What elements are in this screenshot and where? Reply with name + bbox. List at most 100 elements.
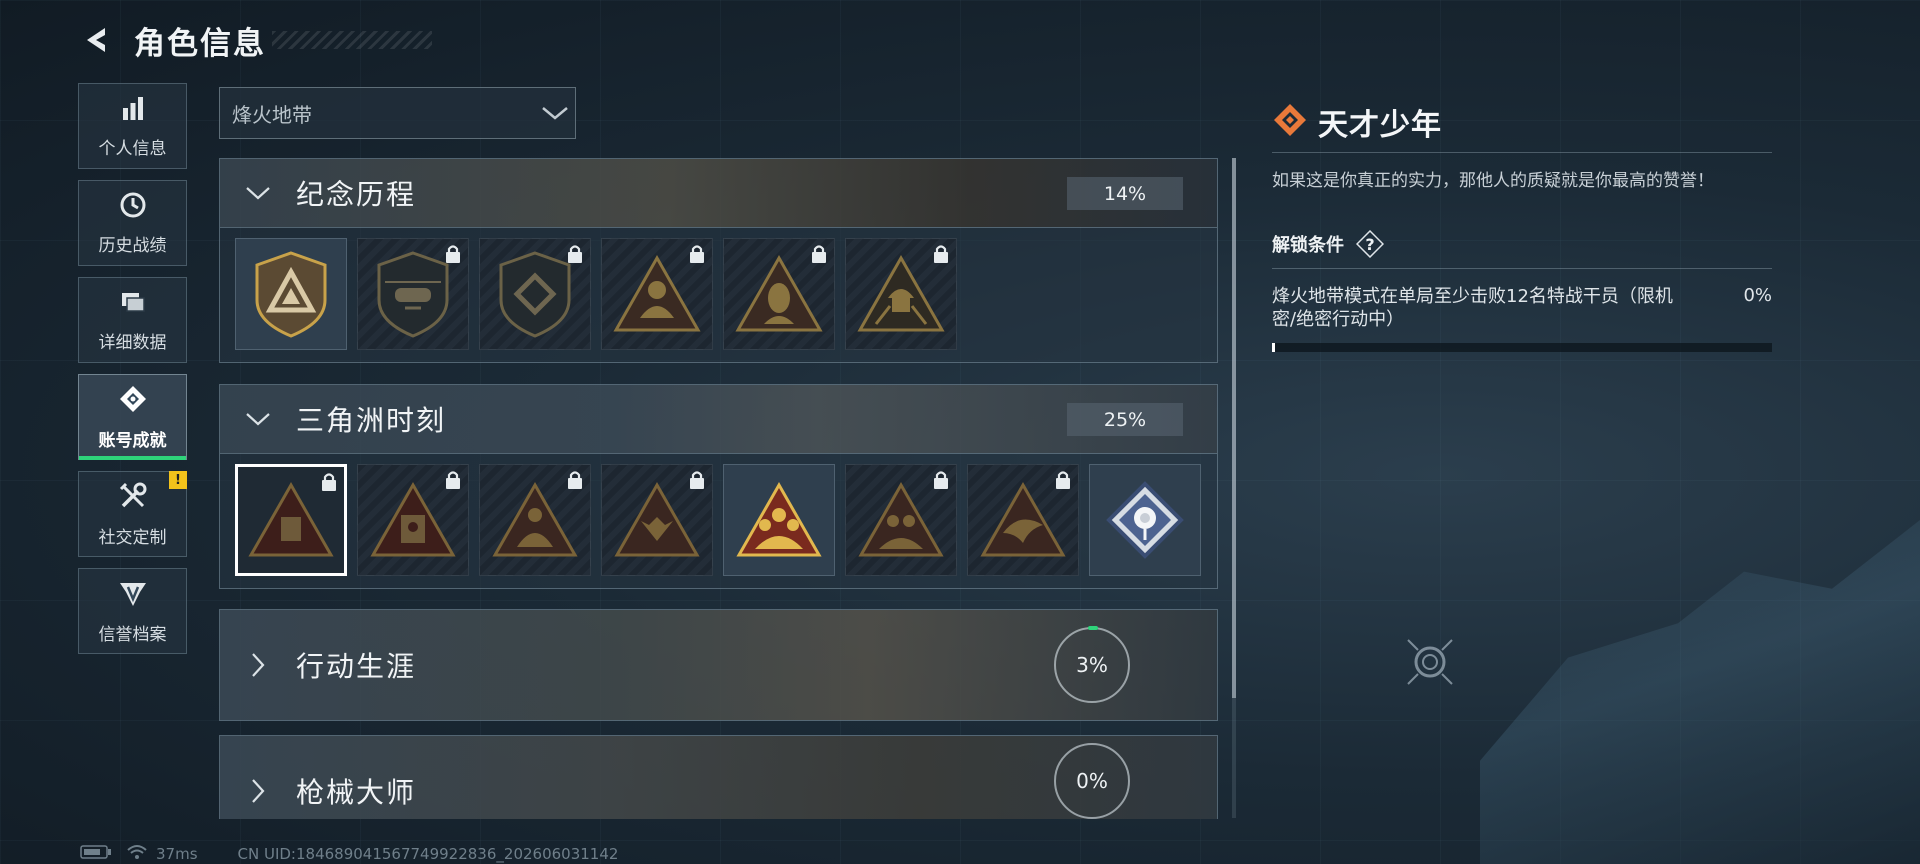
sidebar-item-match-history[interactable]: 历史战绩 xyxy=(78,180,187,266)
unlock-progress-fill xyxy=(1272,343,1275,352)
page-title: 角色信息 xyxy=(134,25,266,62)
detail-header: 天才少年 xyxy=(1272,100,1772,144)
bird-badge[interactable] xyxy=(967,464,1079,576)
soldier-triangle-badge[interactable] xyxy=(601,238,713,350)
lock-icon xyxy=(1054,470,1072,490)
category-progress: 25% xyxy=(1067,403,1183,436)
chevron-down-icon xyxy=(240,175,276,211)
category-title: 纪念历程 xyxy=(296,178,417,211)
back-arrow-icon[interactable] xyxy=(78,22,114,58)
white-rose-badge[interactable] xyxy=(1089,464,1201,576)
mask-badge[interactable] xyxy=(357,464,469,576)
clock-icon xyxy=(119,191,147,223)
battery-icon xyxy=(80,844,112,864)
tools-icon xyxy=(118,481,148,515)
category-header[interactable]: 纪念历程 14% xyxy=(220,159,1217,227)
category-progress: 3% xyxy=(1076,653,1108,677)
category-header[interactable]: 行动生涯 3% xyxy=(220,610,1217,720)
category-header[interactable]: 枪械大师 0% xyxy=(220,736,1217,819)
divider xyxy=(1272,152,1772,153)
crosshair-target-icon xyxy=(1404,636,1456,688)
category-progress-ring: 3% xyxy=(1054,626,1130,703)
help-icon[interactable]: ? xyxy=(1356,230,1384,258)
lock-icon xyxy=(320,472,338,492)
sidebar-item-social-custom[interactable]: ! 社交定制 xyxy=(78,471,187,557)
sidebar-item-personal-info[interactable]: 个人信息 xyxy=(78,83,187,169)
category-scrollbar[interactable] xyxy=(1232,158,1236,818)
category-progress: 0% xyxy=(1076,769,1108,793)
unlock-progress-bar xyxy=(1272,343,1772,352)
achievement-title: 天才少年 xyxy=(1318,108,1442,143)
squad-gold-badge[interactable] xyxy=(723,464,835,576)
game-mode-dropdown[interactable]: 烽火地带 xyxy=(219,87,576,139)
category-weapon-master: 枪械大师 0% xyxy=(219,735,1218,819)
title-decoration xyxy=(272,31,432,49)
sidebar-item-label: 社交定制 xyxy=(98,527,167,548)
category-header[interactable]: 三角洲时刻 25% xyxy=(220,385,1217,453)
sidebar-item-label: 个人信息 xyxy=(98,138,167,159)
status-footer: 37ms CN UID:18468904156774992​2836_20260… xyxy=(80,845,618,863)
bar-chart-icon xyxy=(119,94,147,126)
sidebar-item-detailed-data[interactable]: 详细数据 xyxy=(78,277,187,363)
lock-icon xyxy=(566,470,584,490)
sidebar-item-label: 历史战绩 xyxy=(98,235,167,256)
badge-grid xyxy=(220,453,1217,588)
category-title: 枪械大师 xyxy=(296,776,417,809)
unlock-condition-row: 烽火地带模式在单局至少击败12名特战干员（限机密/绝密行动中） 0% xyxy=(1272,285,1772,331)
wifi-icon xyxy=(126,844,148,864)
scrollbar-thumb[interactable] xyxy=(1232,158,1236,698)
divider xyxy=(1272,268,1772,269)
chevron-down-icon xyxy=(535,93,575,133)
helicopter-badge[interactable] xyxy=(357,238,469,350)
chevron-right-icon xyxy=(240,773,276,809)
category-operation-career: 行动生涯 3% xyxy=(219,609,1218,721)
achievement-detail-panel: 天才少年 如果这是你真正的实力，那他人的质疑就是你最高的赞誉！ 解锁条件 ? 烽… xyxy=(1272,100,1772,352)
lock-icon xyxy=(688,470,706,490)
sidebar-nav: 个人信息 历史战绩 详细数据 账号成就 ! 社交定制 信誉档案 xyxy=(78,83,187,665)
sidebar-item-label: 账号成就 xyxy=(98,430,167,451)
user-uid: CN UID:18468904156774992​2836_2026060311… xyxy=(237,845,619,863)
progress-marker xyxy=(1088,626,1098,630)
lock-icon xyxy=(566,244,584,264)
sidebar-item-achievements[interactable]: 账号成就 xyxy=(78,374,187,460)
achievement-diamond-icon xyxy=(118,384,148,418)
lock-icon xyxy=(932,470,950,490)
unlock-condition-text: 烽火地带模式在单局至少击败12名特战干员（限机密/绝密行动中） xyxy=(1272,286,1673,330)
notification-badge: ! xyxy=(169,471,187,489)
helmet-soldier-badge[interactable] xyxy=(845,238,957,350)
category-progress: 14% xyxy=(1067,177,1183,210)
kneeling-soldier-badge[interactable] xyxy=(479,464,591,576)
lock-icon xyxy=(810,244,828,264)
achievement-emblem-icon xyxy=(1272,102,1308,142)
operator-portrait-badge[interactable] xyxy=(723,238,835,350)
category-title: 三角洲时刻 xyxy=(296,404,447,437)
unlock-condition-header: 解锁条件 ? xyxy=(1272,226,1772,262)
triangle-emblem-badge[interactable] xyxy=(235,238,347,350)
help-icon-label: ? xyxy=(1365,234,1375,254)
lock-icon xyxy=(932,244,950,264)
dropdown-selected-value: 烽火地带 xyxy=(232,102,312,127)
category-title: 行动生涯 xyxy=(296,650,417,683)
achievement-description: 如果这是你真正的实力，那他人的质疑就是你最高的赞誉！ xyxy=(1272,171,1714,191)
sidebar-item-label: 详细数据 xyxy=(98,332,167,353)
wing-shield-icon xyxy=(118,578,148,612)
sidebar-item-label: 信誉档案 xyxy=(98,624,167,645)
unlock-condition-title: 解锁条件 xyxy=(1272,235,1344,256)
category-progress-ring: 0% xyxy=(1054,743,1130,819)
page-header: 角色信息 xyxy=(78,18,432,62)
sidebar-item-reputation[interactable]: 信誉档案 xyxy=(78,568,187,654)
folders-icon xyxy=(119,288,147,320)
lock-icon xyxy=(444,470,462,490)
lock-icon xyxy=(444,244,462,264)
ping-value: 37ms xyxy=(156,845,198,863)
crate-badge[interactable] xyxy=(235,464,347,576)
fist-badge[interactable] xyxy=(601,464,713,576)
chevron-down-icon xyxy=(240,401,276,437)
category-delta-moments: 三角洲时刻 25% xyxy=(219,384,1218,589)
diamond-emblem-badge[interactable] xyxy=(479,238,591,350)
lock-icon xyxy=(688,244,706,264)
badge-grid xyxy=(220,227,1217,362)
background-terrain xyxy=(1480,520,1920,864)
crew-badge[interactable] xyxy=(845,464,957,576)
chevron-right-icon xyxy=(240,647,276,683)
